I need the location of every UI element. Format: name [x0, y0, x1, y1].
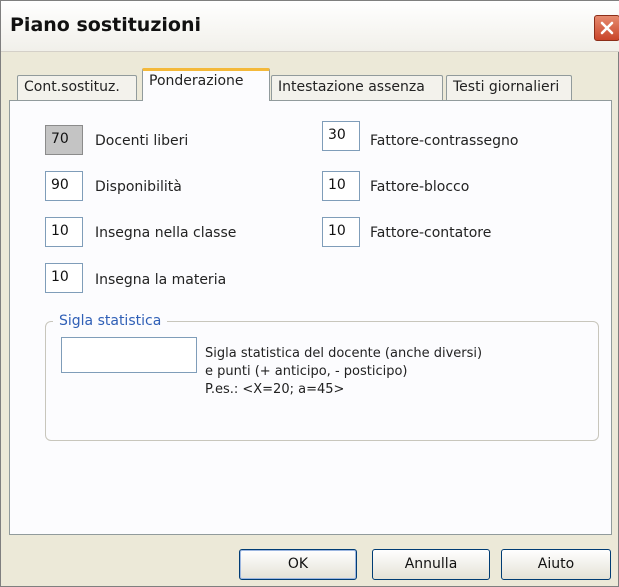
help-button[interactable]: Aiuto: [501, 549, 611, 580]
title-bar[interactable]: Piano sostituzioni: [1, 1, 619, 52]
help-text-line-1: Sigla statistica del docente (anche dive…: [205, 346, 483, 361]
insegna-la-materia-label: Insegna la materia: [95, 272, 227, 288]
tab-intestazione-assenza[interactable]: Intestazione assenza: [271, 75, 443, 100]
dialog-window: Piano sostituzioni Cont.sostituz. Ponder…: [0, 0, 619, 587]
tab-testi-giornalieri[interactable]: Testi giornalieri: [446, 75, 572, 100]
cancel-button[interactable]: Annulla: [372, 549, 490, 580]
tab-ponderazione[interactable]: Ponderazione: [142, 68, 270, 101]
fattore-blocco-label: Fattore-blocco: [370, 179, 470, 195]
close-icon: [600, 21, 614, 35]
window-title: Piano sostituzioni: [10, 14, 201, 36]
disponibilita-label: Disponibilità: [95, 179, 182, 195]
sigla-statistica-input[interactable]: [61, 337, 197, 373]
fattore-contatore-input[interactable]: 10: [322, 217, 360, 247]
help-text-line-2: e punti (+ anticipo, - posticipo): [205, 364, 408, 379]
tab-cont-sostituz[interactable]: Cont.sostituz.: [17, 75, 137, 100]
insegna-la-materia-input[interactable]: 10: [45, 263, 83, 293]
fattore-contatore-label: Fattore-contatore: [370, 225, 492, 241]
insegna-nella-classe-input[interactable]: 10: [45, 217, 83, 247]
fattore-contrassegno-input[interactable]: 30: [322, 121, 360, 151]
insegna-nella-classe-label: Insegna nella classe: [95, 225, 237, 241]
fattore-blocco-input[interactable]: 10: [322, 171, 360, 201]
fattore-contrassegno-label: Fattore-contrassegno: [370, 133, 519, 149]
sigla-statistica-legend: Sigla statistica: [53, 313, 168, 329]
docenti-liberi-input[interactable]: 70: [45, 125, 83, 155]
ok-button[interactable]: OK: [239, 549, 357, 580]
disponibilita-input[interactable]: 90: [45, 171, 83, 201]
docenti-liberi-label: Docenti liberi: [95, 133, 189, 149]
close-button[interactable]: [594, 15, 619, 41]
help-text-line-3: P.es.: <X=20; a=45>: [205, 382, 345, 397]
